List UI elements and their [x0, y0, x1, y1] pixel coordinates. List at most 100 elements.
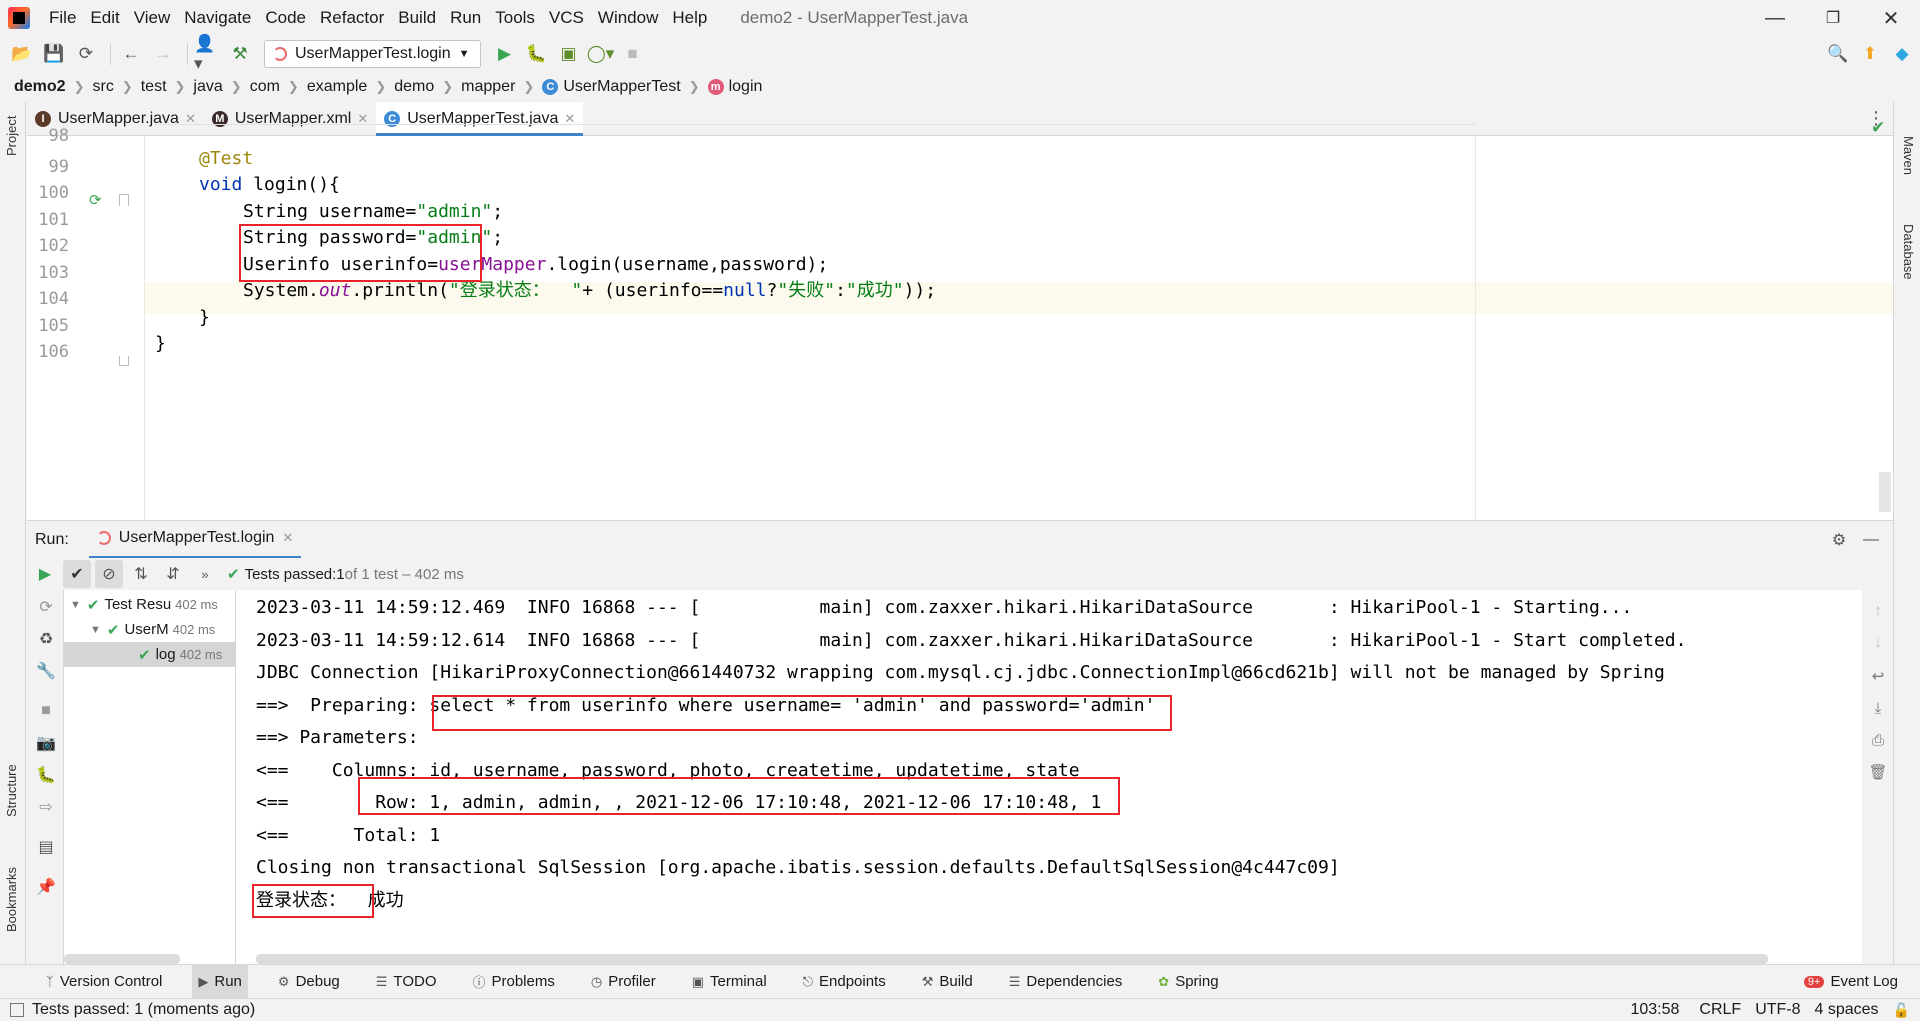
code-editor[interactable]: 98 99 100 101 102 103 104 105 106 ⟳ @Tes… [27, 118, 1893, 520]
menu-build[interactable]: Build [391, 0, 443, 36]
open-folder-icon[interactable]: 📂 [8, 40, 36, 68]
tool-build[interactable]: ⚒ Build [916, 965, 979, 999]
breadcrumb-item[interactable]: login [729, 78, 763, 96]
profile-icon[interactable]: ◯▾ [587, 40, 615, 68]
show-ignored-icon[interactable]: ⊘ [95, 560, 123, 588]
tree-scroll-thumb[interactable] [64, 954, 180, 964]
rerun-failed-icon[interactable]: ⟳ [35, 596, 57, 618]
pin-icon[interactable]: 📌 [35, 876, 57, 898]
gear-icon[interactable]: ⚙ [1825, 526, 1853, 554]
run-tab-usermappertest-login[interactable]: UserMapperTest.login ✕ [88, 521, 302, 559]
tool-profiler[interactable]: ◷ Profiler [585, 965, 662, 999]
toolbox-icon[interactable]: ◆ [1888, 40, 1916, 68]
back-arrow-icon[interactable]: ← [117, 40, 145, 68]
menu-navigate[interactable]: Navigate [177, 0, 258, 36]
coverage-icon[interactable]: ▣ [555, 40, 583, 68]
debug-bug-icon[interactable]: 🐛 [523, 40, 551, 68]
down-arrow-icon[interactable]: ↓ [1868, 632, 1888, 652]
menu-view[interactable]: View [127, 0, 178, 36]
save-all-icon[interactable]: 💾 [40, 40, 68, 68]
lock-icon[interactable]: 🔓 [1893, 1002, 1910, 1019]
toggle-auto-test-icon[interactable]: ♻ [35, 628, 57, 650]
tool-run[interactable]: ▶ Run [192, 964, 248, 999]
layout-icon[interactable]: ▤ [35, 836, 57, 858]
stop-icon[interactable]: ■ [35, 700, 57, 722]
tool-spring[interactable]: ✿ Spring [1152, 965, 1224, 999]
breadcrumb-item[interactable]: test [141, 78, 167, 96]
sort-duration-icon[interactable]: ⇵ [159, 560, 187, 588]
build-hammer-icon[interactable]: ⚒ [226, 40, 254, 68]
debug-icon[interactable]: 🐛 [35, 764, 57, 786]
up-arrow-icon[interactable]: ↑ [1868, 600, 1888, 620]
menu-help[interactable]: Help [665, 0, 714, 36]
tree-row-usermappertest[interactable]: ▼ ✔ UserM 402 ms [64, 617, 235, 642]
rerun-icon[interactable]: ▶ [31, 560, 59, 588]
scroll-to-end-icon[interactable]: ⤓ [1868, 698, 1888, 718]
tree-row-login[interactable]: ✔ log 402 ms [64, 642, 235, 667]
search-icon[interactable]: 🔍 [1824, 40, 1852, 68]
console-output[interactable]: 2023-03-11 14:59:12.469 INFO 16868 --- [… [236, 590, 1862, 964]
tool-dependencies[interactable]: ☰ Dependencies [1003, 965, 1129, 999]
fold-marker-icon[interactable] [119, 356, 129, 366]
tab-usermapper-xml[interactable]: M UserMapper.xml ✕ [204, 102, 376, 135]
run-icon[interactable]: ▶ [491, 40, 519, 68]
restore-button[interactable]: ❐ [1804, 0, 1862, 36]
status-message[interactable]: Tests passed: 1 (moments ago) [32, 1001, 255, 1019]
vcs-user-icon[interactable]: 👤▾ [194, 34, 222, 73]
indent-setting[interactable]: 4 spaces [1815, 1001, 1879, 1019]
run-test-gutter-icon[interactable]: ⟳ [89, 191, 107, 209]
project-tool-tab[interactable]: Project [4, 116, 19, 156]
breadcrumb-item[interactable]: src [92, 78, 113, 96]
soft-wrap-icon[interactable]: ↩ [1868, 666, 1888, 686]
menu-window[interactable]: Window [591, 0, 665, 36]
print-icon[interactable]: ⎙ [1868, 730, 1888, 750]
file-encoding[interactable]: UTF-8 [1755, 1001, 1800, 1019]
database-tool-tab[interactable]: Database [1901, 224, 1916, 280]
tool-problems[interactable]: ⓘ Problems [466, 965, 560, 999]
tool-debug[interactable]: ⚙ Debug [272, 965, 346, 999]
console-scroll-thumb[interactable] [256, 954, 1768, 964]
update-icon[interactable]: ⬆ [1856, 40, 1884, 68]
stop-icon[interactable]: ■ [619, 40, 647, 68]
breadcrumb-item[interactable]: UserMapperTest [563, 78, 680, 96]
bookmarks-tool-tab[interactable]: Bookmarks [4, 867, 19, 932]
tool-version-control[interactable]: ᛉ Version Control [40, 965, 168, 999]
tree-row-test-results[interactable]: ▼ ✔ Test Resu 402 ms [64, 592, 235, 617]
forward-arrow-icon[interactable]: → [149, 40, 177, 68]
run-configuration-selector[interactable]: UserMapperTest.login ▼ [264, 40, 481, 68]
breadcrumb-item[interactable]: com [250, 78, 280, 96]
menu-file[interactable]: File [42, 0, 83, 36]
camera-icon[interactable]: 📷 [35, 732, 57, 754]
tab-usermappertest-java[interactable]: C UserMapperTest.java ✕ [376, 102, 584, 136]
editor-scrollbar[interactable] [1879, 472, 1891, 512]
chevron-down-icon[interactable]: ▼ [70, 599, 81, 611]
breadcrumb-item[interactable]: demo [394, 78, 434, 96]
structure-tool-tab[interactable]: Structure [4, 764, 19, 817]
breadcrumb-item[interactable]: mapper [461, 78, 515, 96]
close-icon[interactable]: ✕ [282, 530, 293, 546]
more-chevron-icon[interactable]: » [191, 560, 219, 588]
horizontal-scrollbar[interactable] [64, 954, 1862, 964]
sort-alpha-icon[interactable]: ⇅ [127, 560, 155, 588]
close-window-button[interactable]: ✕ [1862, 0, 1920, 36]
caret-position[interactable]: 103:58 [1630, 1001, 1679, 1019]
line-separator[interactable]: CRLF [1699, 1001, 1741, 1019]
menu-run[interactable]: Run [443, 0, 488, 36]
minimize-button[interactable]: — [1746, 0, 1804, 36]
layout-toggle-icon[interactable] [10, 1003, 24, 1017]
trash-icon[interactable]: 🗑 [1868, 762, 1888, 782]
tool-event-log[interactable]: 9+ Event Log [1798, 965, 1904, 999]
show-passed-icon[interactable]: ✔ [63, 560, 91, 588]
menu-code[interactable]: Code [258, 0, 313, 36]
chevron-down-icon[interactable]: ▼ [90, 624, 101, 636]
breadcrumb-item[interactable]: demo2 [14, 78, 66, 96]
menu-tools[interactable]: Tools [488, 0, 542, 36]
fold-marker-icon[interactable] [119, 194, 129, 206]
wrench-icon[interactable]: 🔧 [35, 660, 57, 682]
menu-edit[interactable]: Edit [83, 0, 126, 36]
tool-terminal[interactable]: ▣ Terminal [686, 965, 773, 999]
tool-endpoints[interactable]: ⎋ Endpoints [797, 965, 892, 999]
tool-todo[interactable]: ☰ TODO [370, 965, 443, 999]
menu-refactor[interactable]: Refactor [313, 0, 391, 36]
maven-tool-tab[interactable]: Maven [1901, 136, 1916, 175]
